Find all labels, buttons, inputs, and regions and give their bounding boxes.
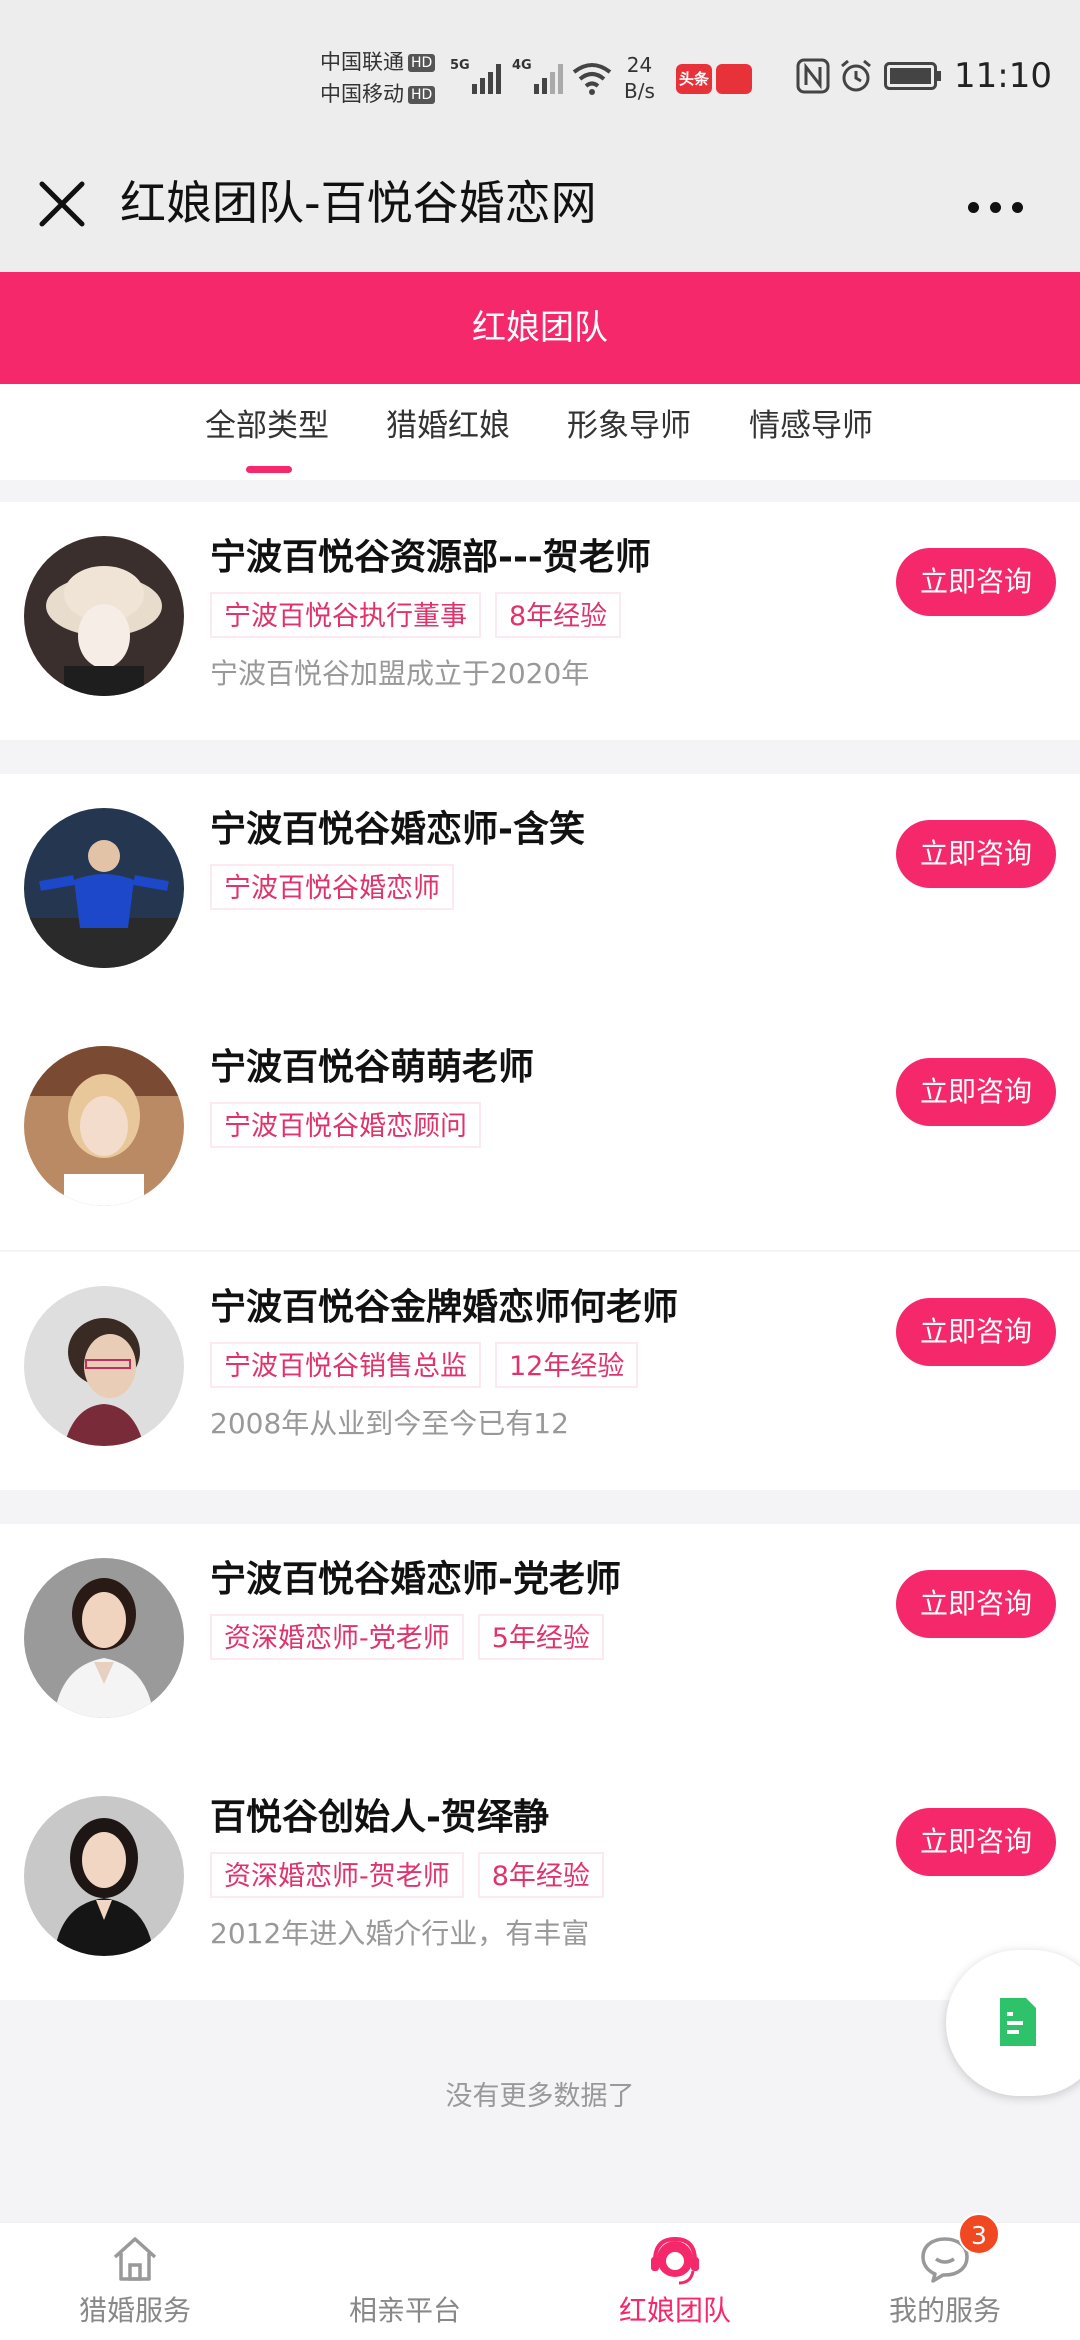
tag: 5年经验 — [477, 1614, 604, 1660]
tag-group: 宁波百悦谷婚恋顾问 — [210, 1102, 495, 1150]
tag: 宁波百悦谷执行董事 — [210, 592, 481, 638]
consult-button[interactable]: 立即咨询 — [896, 1570, 1056, 1638]
tab-emotion-mentor[interactable]: 情感导师 — [749, 406, 873, 446]
nfc-icon — [796, 58, 830, 94]
list-item[interactable]: 宁波百悦谷萌萌老师 宁波百悦谷婚恋顾问 立即咨询 — [0, 1012, 1080, 1250]
wifi-icon — [572, 63, 612, 95]
tag: 资深婚恋师-贺老师 — [210, 1852, 464, 1898]
consultant-description: 2008年从业到今至今已有12 — [210, 1407, 569, 1440]
avatar — [24, 808, 184, 968]
carrier-2: 中国移动 — [320, 82, 404, 106]
tag: 8年经验 — [477, 1852, 604, 1898]
bottom-nav-dating-platform[interactable]: 相亲平台 — [270, 2223, 540, 2340]
nav-bar: 红娘团队-百悦谷婚恋网 — [0, 150, 1080, 272]
more-options-icon[interactable] — [966, 194, 1026, 218]
consult-button[interactable]: 立即咨询 — [896, 820, 1056, 888]
consultant-name: 宁波百悦谷萌萌老师 — [210, 1047, 535, 1088]
avatar — [24, 1286, 184, 1446]
clock: 11:10 — [954, 56, 1052, 96]
avatar — [24, 536, 184, 696]
signal-4g-icon: 4G — [512, 58, 568, 94]
tab-matchmaker[interactable]: 猎婚红娘 — [386, 406, 510, 446]
consult-button[interactable]: 立即咨询 — [896, 1808, 1056, 1876]
home-icon — [113, 2237, 157, 2281]
consultant-name: 宁波百悦谷金牌婚恋师何老师 — [210, 1287, 679, 1328]
consultant-description: 宁波百悦谷加盟成立于2020年 — [210, 657, 590, 690]
consult-button[interactable]: 立即咨询 — [896, 1058, 1056, 1126]
toutiao-notification-icon: 头条 — [676, 64, 712, 94]
avatar — [24, 1796, 184, 1956]
list-end-message: 没有更多数据了 — [445, 2081, 635, 2112]
category-tabs: 全部类型 猎婚红娘 形象导师 情感导师 — [0, 384, 1080, 480]
tag-group: 资深婚恋师-贺老师 8年经验 — [210, 1852, 618, 1900]
consultant-name: 宁波百悦谷婚恋师-党老师 — [210, 1559, 621, 1600]
bottom-nav-my-services[interactable]: 3 我的服务 — [810, 2213, 1080, 2340]
network-speed: 24 B/s — [624, 53, 655, 103]
tab-image-mentor[interactable]: 形象导师 — [567, 406, 691, 446]
section-header: 红娘团队 — [0, 272, 1080, 384]
page-title: 红娘团队-百悦谷婚恋网 — [120, 176, 597, 230]
hd-badge-2: HD — [408, 86, 436, 104]
avatar — [24, 1046, 184, 1206]
list-item[interactable]: 宁波百悦谷婚恋师-含笑 宁波百悦谷婚恋师 立即咨询 — [0, 774, 1080, 1012]
tag: 资深婚恋师-党老师 — [210, 1614, 464, 1660]
consult-button[interactable]: 立即咨询 — [896, 548, 1056, 616]
tag: 8年经验 — [495, 592, 622, 638]
tag-group: 资深婚恋师-党老师 5年经验 — [210, 1614, 618, 1662]
battery-icon — [884, 62, 941, 90]
consultant-name: 宁波百悦谷婚恋师-含笑 — [210, 809, 585, 850]
consultant-name: 百悦谷创始人-贺绎静 — [210, 1797, 549, 1838]
tag-group: 宁波百悦谷婚恋师 — [210, 864, 468, 912]
tag: 宁波百悦谷销售总监 — [210, 1342, 481, 1388]
tag: 宁波百悦谷婚恋师 — [210, 864, 454, 910]
network-type-1: 5G — [450, 58, 470, 73]
tag-group: 宁波百悦谷销售总监 12年经验 — [210, 1342, 652, 1390]
list-item[interactable]: 宁波百悦谷金牌婚恋师何老师 宁波百悦谷销售总监 12年经验 2008年从业到今至今… — [0, 1252, 1080, 1490]
consult-button[interactable]: 立即咨询 — [896, 1298, 1056, 1366]
hd-badge-1: HD — [408, 54, 436, 72]
shopping-notification-icon — [716, 64, 752, 94]
list-item[interactable]: 宁波百悦谷婚恋师-党老师 资深婚恋师-党老师 5年经验 立即咨询 — [0, 1524, 1080, 1762]
signal-5g-icon: 5G — [450, 58, 506, 94]
notification-badge: 3 — [958, 2213, 1000, 2255]
floating-document-button[interactable] — [946, 1950, 1080, 2096]
tag: 12年经验 — [495, 1342, 639, 1388]
consultant-name: 宁波百悦谷资源部---贺老师 — [210, 537, 651, 578]
tag-group: 宁波百悦谷执行董事 8年经验 — [210, 592, 635, 640]
status-bar: 中国联通 HD 中国移动 HD 5G 4G 24 B/s 头条 11:10 — [0, 0, 1080, 150]
headset-icon — [651, 2236, 699, 2285]
bottom-nav: 猎婚服务 相亲平台 红娘团队 3 我的服务 — [0, 2213, 1080, 2340]
bottom-nav-matchmaker-team[interactable]: 红娘团队 — [540, 2223, 810, 2340]
tag: 宁波百悦谷婚恋顾问 — [210, 1102, 481, 1148]
close-icon[interactable] — [34, 176, 90, 232]
list-item[interactable]: 百悦谷创始人-贺绎静 资深婚恋师-贺老师 8年经验 2012年进入婚介行业，有丰富… — [0, 1762, 1080, 2000]
consultant-description: 2012年进入婚介行业，有丰富 — [210, 1917, 590, 1950]
avatar — [24, 1558, 184, 1718]
list-item[interactable]: 宁波百悦谷资源部---贺老师 宁波百悦谷执行董事 8年经验 宁波百悦谷加盟成立于2… — [0, 502, 1080, 740]
active-tab-indicator — [246, 466, 292, 473]
tab-all-types[interactable]: 全部类型 — [205, 406, 329, 446]
network-type-2: 4G — [512, 58, 532, 73]
document-icon — [1000, 1998, 1036, 2046]
carrier-info: 中国联通 HD 中国移动 HD — [320, 46, 436, 110]
alarm-icon — [841, 59, 871, 92]
carrier-1: 中国联通 — [320, 50, 404, 74]
bottom-nav-hunting-service[interactable]: 猎婚服务 — [0, 2223, 270, 2340]
